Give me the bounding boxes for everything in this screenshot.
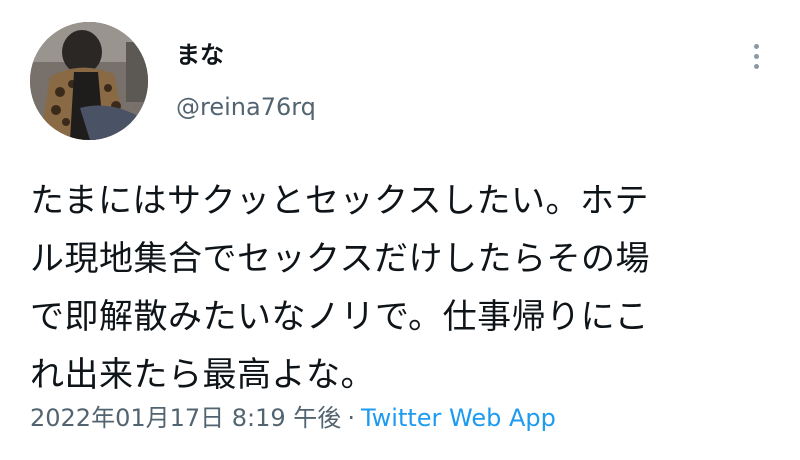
tweet-text-line: れ出来たら最高よな。 <box>30 355 375 395</box>
tweet-meta: 2022年01月17日 8:19 午後 · Twitter Web App <box>30 402 556 434</box>
tweet-card: まな @reina76rq たまにはサクッとセックスしたい。ホテ ル現地集合でセ… <box>0 0 800 460</box>
timestamp[interactable]: 2022年01月17日 8:19 午後 <box>30 404 341 432</box>
more-vertical-icon-dot-3 <box>753 63 759 69</box>
display-name[interactable]: まな <box>176 40 316 70</box>
more-options-button[interactable] <box>738 36 774 76</box>
tweet-text-line: たまにはサクッとセックスしたい。ホテ <box>30 181 649 221</box>
more-vertical-icon <box>753 43 759 49</box>
author-info: まな @reina76rq <box>176 40 316 122</box>
more-vertical-icon-dot-2 <box>753 53 759 59</box>
tweet-text: たまにはサクッとセックスしたい。ホテ ル現地集合でセックスだけしたらその場 で即… <box>30 172 780 404</box>
meta-separator: · <box>347 404 355 432</box>
tweet-text-line: で即解散みたいなノリで。仕事帰りにこ <box>30 297 649 337</box>
tweet-text-line: ル現地集合でセックスだけしたらその場 <box>30 239 650 279</box>
source-link[interactable]: Twitter Web App <box>361 404 556 432</box>
avatar[interactable] <box>30 22 148 140</box>
avatar-image <box>30 22 148 140</box>
user-handle[interactable]: @reina76rq <box>176 92 316 122</box>
